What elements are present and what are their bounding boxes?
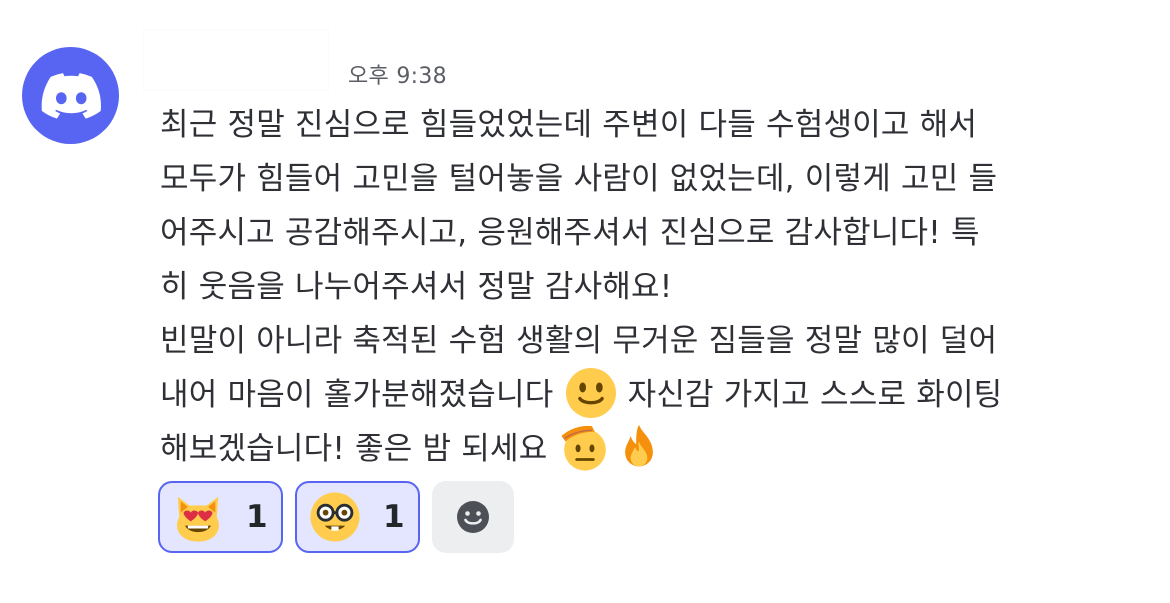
timestamp: 오후 9:38 — [348, 64, 447, 89]
message-line: 최근 정말 진심으로 힘들었었는데 주변이 다들 수험생이고 해서 — [160, 107, 978, 143]
message-text: 내어 마음이 홀가분해졌습니다 — [160, 377, 564, 413]
slightly-smiling-face-icon[interactable] — [565, 368, 616, 418]
username-redacted[interactable] — [144, 30, 328, 90]
add-reaction-smiley-icon — [457, 501, 489, 533]
chat-message: 오후 9:38 최근 정말 진심으로 힘들었었는데 주변이 다들 수험생이고 해… — [0, 0, 1170, 603]
message-text: 해보겠습니다! 좋은 밤 되세요 — [160, 431, 548, 467]
discord-logo-icon — [41, 72, 101, 119]
message-content: 최근 정말 진심으로 힘들었었는데 주변이 다들 수험생이고 해서 모두가 힘들… — [160, 98, 1160, 476]
saluting-face-icon[interactable] — [560, 422, 610, 472]
message-line: 내어 마음이 홀가분해졌습니다 자신감 가지고 스스로 화이팅 — [160, 368, 1160, 422]
nerd-face-icon — [310, 492, 360, 542]
message-line: 해보겠습니다! 좋은 밤 되세요 — [160, 422, 1160, 476]
reactions-bar: 1 1 — [158, 481, 514, 553]
message-line: 빈말이 아니라 축적된 수험 생활의 무거운 짐들을 정말 많이 덜어 — [160, 323, 998, 359]
fire-icon[interactable] — [614, 422, 664, 472]
message-line: 어주시고 공감해주시고, 응원해주셔서 진심으로 감사합니다! 특 — [160, 215, 980, 251]
message-line: 히 웃음을 나누어주셔서 정말 감사해요! — [160, 269, 673, 305]
add-reaction-button[interactable] — [432, 481, 514, 553]
reaction-nerd-face[interactable]: 1 — [295, 481, 420, 553]
reaction-heart-eyes-cat[interactable]: 1 — [158, 481, 283, 553]
avatar[interactable] — [22, 47, 119, 144]
smiling-cat-with-heart-eyes-icon — [177, 496, 219, 542]
message-line: 모두가 힘들어 고민을 털어놓을 사람이 없었는데, 이렇게 고민 들 — [160, 161, 998, 197]
reaction-count: 1 — [246, 499, 268, 535]
message-header: 오후 9:38 — [144, 30, 447, 90]
reaction-count: 1 — [383, 499, 405, 535]
message-text: 자신감 가지고 스스로 화이팅 — [627, 377, 1003, 413]
